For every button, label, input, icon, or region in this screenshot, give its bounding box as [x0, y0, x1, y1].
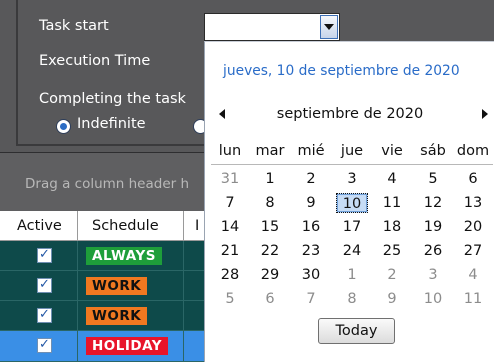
weekday-label: vie [381, 143, 403, 159]
calendar-day[interactable]: 23 [291, 241, 331, 261]
calendar-day-other-month[interactable]: 7 [291, 289, 331, 309]
calendar-day-other-month[interactable]: 31 [210, 169, 250, 189]
calendar-day-other-month[interactable]: 5 [210, 289, 250, 309]
cell-divider [183, 271, 184, 301]
calendar-day[interactable]: 12 [413, 193, 453, 213]
calendar-day[interactable]: 25 [372, 241, 412, 261]
weekday-divider [211, 164, 493, 165]
schedule-badge: WORK [86, 277, 148, 295]
active-checkbox[interactable]: ✓ [37, 278, 52, 293]
calendar-day-other-month[interactable]: 11 [453, 289, 493, 309]
chevron-down-icon [324, 24, 334, 30]
calendar-day[interactable]: 21 [210, 241, 250, 261]
weekday-label: jue [340, 143, 364, 159]
cell-divider [183, 301, 184, 331]
column-header-third[interactable]: I [195, 218, 199, 234]
group-by-hint: Drag a column header h [25, 176, 190, 192]
calendar-day[interactable]: 13 [453, 193, 493, 213]
weekday-label: lun [218, 143, 242, 159]
indefinite-radio-label[interactable]: Indefinite [77, 116, 146, 132]
schedule-badge: ALWAYS [86, 247, 162, 265]
calendar-day[interactable]: 18 [372, 217, 412, 237]
completing-task-label: Completing the task [39, 91, 186, 107]
schedule-badge: HOLIDAY [86, 337, 169, 355]
month-title[interactable]: septiembre de 2020 [205, 106, 494, 122]
calendar-day[interactable]: 26 [413, 241, 453, 261]
calendar-day-other-month[interactable]: 8 [332, 289, 372, 309]
calendar-day[interactable]: 17 [332, 217, 372, 237]
calendar-day-other-month[interactable]: 3 [413, 265, 453, 285]
cell-divider [77, 241, 78, 271]
indefinite-radio[interactable] [56, 119, 71, 134]
weekday-label: sáb [420, 143, 446, 159]
calendar-day[interactable]: 8 [250, 193, 290, 213]
calendar-day[interactable]: 7 [210, 193, 250, 213]
calendar-day-other-month[interactable]: 9 [372, 289, 412, 309]
calendar-day[interactable]: 28 [210, 265, 250, 285]
calendar-day[interactable]: 6 [453, 169, 493, 189]
calendar-day-other-month[interactable]: 4 [453, 265, 493, 285]
calendar-day[interactable]: 11 [372, 193, 412, 213]
calendar-day[interactable]: 14 [210, 217, 250, 237]
calendar-day-other-month[interactable]: 1 [332, 265, 372, 285]
today-date-link[interactable]: jueves, 10 de septiembre de 2020 [223, 63, 460, 79]
active-checkbox[interactable]: ✓ [37, 308, 52, 323]
cell-divider [77, 301, 78, 331]
calendar-day[interactable]: 24 [332, 241, 372, 261]
weekday-label: mié [297, 143, 325, 159]
task-start-label: Task start [39, 18, 109, 34]
calendar-day[interactable]: 2 [291, 169, 331, 189]
calendar-day[interactable]: 15 [250, 217, 290, 237]
calendar-day[interactable]: 9 [291, 193, 331, 213]
cell-divider [183, 331, 184, 361]
today-button[interactable]: Today [318, 318, 395, 344]
calendar-day[interactable]: 19 [413, 217, 453, 237]
calendar-day-other-month[interactable]: 2 [372, 265, 412, 285]
column-header-schedule[interactable]: Schedule [92, 218, 159, 234]
calendar-day[interactable]: 27 [453, 241, 493, 261]
weekday-label: dom [456, 143, 490, 159]
calendar-day-other-month[interactable]: 6 [250, 289, 290, 309]
calendar-day-other-month[interactable]: 10 [413, 289, 453, 309]
active-checkbox[interactable]: ✓ [37, 248, 52, 263]
calendar-day[interactable]: 5 [413, 169, 453, 189]
calendar-day[interactable]: 30 [291, 265, 331, 285]
task-start-date-combo[interactable] [204, 13, 340, 41]
calendar-day[interactable]: 4 [372, 169, 412, 189]
column-divider[interactable] [183, 211, 184, 241]
calendar-day[interactable]: 3 [332, 169, 372, 189]
calendar-day[interactable]: 29 [250, 265, 290, 285]
date-picker-dropdown: jueves, 10 de septiembre de 2020 septiem… [204, 41, 494, 362]
calendar-day[interactable]: 22 [250, 241, 290, 261]
column-divider[interactable] [77, 211, 78, 241]
panel-border-left [16, 0, 18, 146]
calendar-day[interactable]: 20 [453, 217, 493, 237]
cell-divider [77, 271, 78, 301]
calendar-day[interactable]: 16 [291, 217, 331, 237]
schedule-badge: WORK [86, 307, 148, 325]
execution-time-label: Execution Time [39, 53, 151, 69]
cell-divider [183, 241, 184, 271]
dropdown-button[interactable] [320, 15, 338, 39]
calendar-day[interactable]: 1 [250, 169, 290, 189]
column-header-active[interactable]: Active [17, 218, 62, 234]
active-checkbox[interactable]: ✓ [37, 338, 52, 353]
weekday-label: mar [255, 143, 285, 159]
calendar-day-today[interactable]: 10 [336, 193, 368, 213]
cell-divider [77, 331, 78, 361]
arrow-right-icon[interactable] [482, 109, 488, 119]
